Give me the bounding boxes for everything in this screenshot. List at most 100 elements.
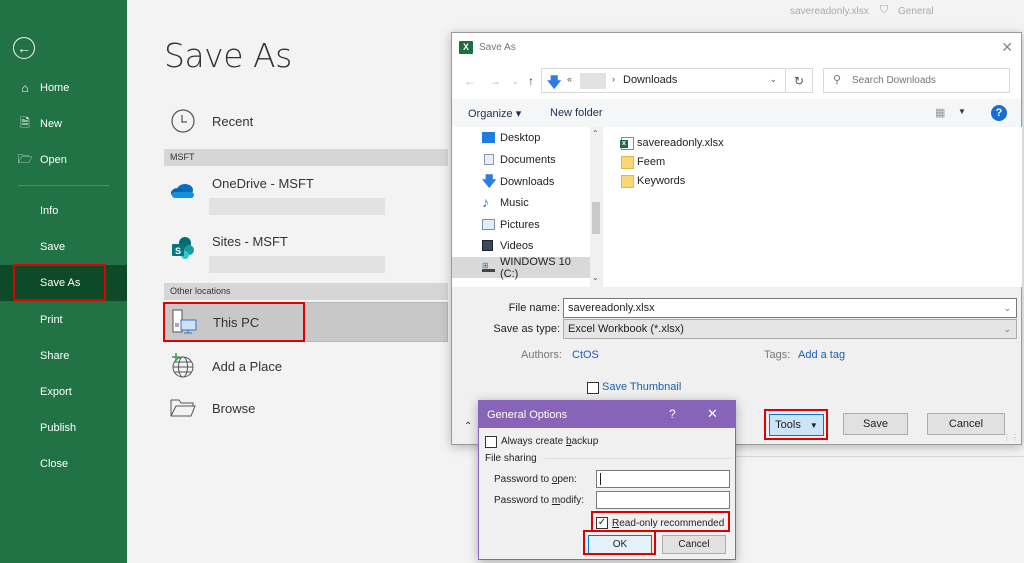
search-input[interactable]: [852, 72, 1002, 89]
sidebar-item-info[interactable]: Info: [0, 193, 127, 229]
back-arrow-icon: ←: [17, 40, 31, 56]
clock-icon: [169, 107, 197, 135]
save-thumbnail-label[interactable]: Save Thumbnail: [602, 381, 681, 393]
sites-path-redacted: [209, 256, 385, 273]
cancel-button[interactable]: Cancel: [662, 535, 726, 554]
sidebar-item-share[interactable]: Share: [0, 338, 127, 374]
tree-item-documents[interactable]: Documents: [452, 149, 590, 170]
backstage-sidebar: ← ⌂ Home 🗎 New 🗁 Open Info Save Save As …: [0, 0, 127, 563]
file-item-savereadonly[interactable]: savereadonly.xlsx: [620, 134, 724, 152]
section-header-msft: MSFT: [164, 149, 448, 166]
file-name-input[interactable]: savereadonly.xlsx ⌄: [563, 298, 1017, 318]
sidebar-item-new[interactable]: 🗎 New: [0, 106, 127, 142]
save-type-value: Excel Workbook (*.xlsx): [568, 323, 684, 335]
help-icon[interactable]: ?: [669, 407, 676, 421]
sidebar-item-label: Open: [40, 154, 67, 166]
breadcrumb-separator[interactable]: ›: [612, 74, 615, 84]
onedrive-path-redacted: [209, 198, 385, 215]
sidebar-item-save[interactable]: Save: [0, 229, 127, 265]
tree-scrollbar[interactable]: ⌃ ⌄: [590, 127, 602, 287]
tools-button[interactable]: Tools ▼: [769, 414, 824, 436]
tree-item-windows-c[interactable]: ⊞ WINDOWS 10 (C:): [452, 256, 590, 280]
readonly-recommended-checkbox[interactable]: ✓: [596, 517, 608, 529]
chevron-down-icon[interactable]: ⌄: [1003, 299, 1011, 317]
authors-value[interactable]: CtOS: [572, 349, 599, 361]
scroll-down-icon[interactable]: ⌄: [592, 273, 599, 282]
svg-text:S: S: [175, 246, 181, 256]
add-tag-link[interactable]: Add a tag: [798, 349, 845, 361]
back-arrow-icon[interactable]: ←: [464, 74, 476, 88]
refresh-icon: ↻: [793, 73, 805, 88]
recent-locations-icon[interactable]: ⌄: [512, 77, 519, 86]
folder-icon: [621, 174, 634, 188]
location-label: Browse: [212, 400, 256, 416]
tree-item-downloads[interactable]: 🡇 Downloads: [452, 171, 590, 192]
videos-icon: [482, 240, 493, 251]
ok-button[interactable]: OK: [588, 535, 652, 554]
tree-item-label: Documents: [500, 153, 556, 166]
location-label: OneDrive - MSFT: [212, 176, 314, 191]
sidebar-item-open[interactable]: 🗁 Open: [0, 142, 127, 178]
cancel-button[interactable]: Cancel: [927, 413, 1005, 435]
downloads-icon: 🡇: [547, 74, 562, 90]
save-thumbnail-checkbox[interactable]: [587, 382, 599, 394]
new-folder-button[interactable]: New folder: [550, 107, 603, 119]
chevron-down-icon[interactable]: ▼: [958, 107, 966, 116]
location-browse[interactable]: Browse: [164, 393, 448, 423]
dialog-toolbar: Organize ▾ New folder ▦ ▼ ?: [452, 99, 1021, 127]
scrollbar-thumb[interactable]: [592, 202, 600, 234]
section-header-other-locations: Other locations: [164, 283, 448, 300]
view-options-icon[interactable]: ▦: [935, 106, 945, 119]
close-icon[interactable]: ✕: [1001, 39, 1013, 56]
downloads-icon: 🡇: [482, 173, 497, 189]
refresh-button[interactable]: ↻: [786, 68, 813, 93]
location-label: Add a Place: [212, 358, 283, 374]
sensitivity-label[interactable]: General: [898, 6, 934, 17]
sidebar-item-home[interactable]: ⌂ Home: [0, 70, 127, 106]
tree-item-videos[interactable]: Videos: [452, 235, 590, 256]
resize-grip-icon[interactable]: ⋮⋮: [1003, 433, 1019, 442]
file-item-feem[interactable]: Feem: [621, 153, 665, 171]
always-backup-label[interactable]: Always create backup: [501, 436, 598, 447]
forward-arrow-icon[interactable]: →: [489, 74, 501, 88]
password-modify-input[interactable]: [596, 491, 730, 509]
organize-button[interactable]: Organize ▾: [468, 107, 521, 120]
back-button[interactable]: ←: [13, 37, 35, 59]
location-add-place[interactable]: Add a Place: [164, 351, 448, 381]
desktop-icon: [482, 132, 495, 143]
chevron-down-icon[interactable]: ⌄: [769, 74, 777, 85]
search-box[interactable]: ⚲: [823, 68, 1010, 93]
address-bar-row: ← → ⌄ ↑ 🡇 « › Downloads ⌄ ↻ ⚲: [452, 63, 1021, 99]
sidebar-item-save-as[interactable]: Save As: [0, 265, 127, 301]
sidebar-item-close[interactable]: Close: [0, 446, 127, 482]
help-icon[interactable]: ?: [991, 105, 1007, 121]
sidebar-item-label: Info: [40, 205, 59, 217]
always-backup-checkbox[interactable]: [485, 436, 497, 448]
sidebar-item-print[interactable]: Print: [0, 302, 127, 338]
sidebar-item-label: Home: [40, 82, 70, 94]
sidebar-item-label: Publish: [40, 422, 77, 434]
breadcrumb-downloads[interactable]: Downloads: [623, 74, 677, 86]
location-recent[interactable]: Recent: [164, 106, 448, 136]
save-type-select[interactable]: Excel Workbook (*.xlsx) ⌄: [563, 319, 1017, 339]
address-bar[interactable]: 🡇 « › Downloads ⌄: [541, 68, 786, 93]
tree-item-desktop[interactable]: Desktop: [452, 127, 590, 148]
password-open-input[interactable]: [596, 470, 730, 488]
save-button[interactable]: Save: [843, 413, 908, 435]
location-this-pc[interactable]: This PC: [164, 302, 448, 342]
up-arrow-icon[interactable]: ↑: [528, 74, 534, 88]
shield-icon: ⛉: [880, 4, 889, 16]
dialog-title: Save As: [479, 42, 516, 53]
breadcrumb-overflow[interactable]: «: [567, 74, 572, 84]
save-as-dialog: X Save As ✕ ← → ⌄ ↑ 🡇 « › Downloads ⌄ ↻ …: [451, 32, 1022, 445]
scroll-up-icon[interactable]: ⌃: [592, 129, 599, 138]
tree-item-pictures[interactable]: Pictures: [452, 214, 590, 235]
hide-folders-chevron-icon[interactable]: ⌃: [464, 421, 472, 432]
close-icon[interactable]: ✕: [707, 406, 718, 422]
music-icon: ♪: [482, 194, 489, 210]
tree-item-music[interactable]: ♪ Music: [452, 192, 590, 213]
readonly-recommended-label[interactable]: Read-only recommended: [612, 518, 724, 529]
sidebar-item-publish[interactable]: Publish: [0, 410, 127, 446]
sidebar-item-export[interactable]: Export: [0, 374, 127, 410]
file-item-keywords[interactable]: Keywords: [621, 172, 685, 190]
